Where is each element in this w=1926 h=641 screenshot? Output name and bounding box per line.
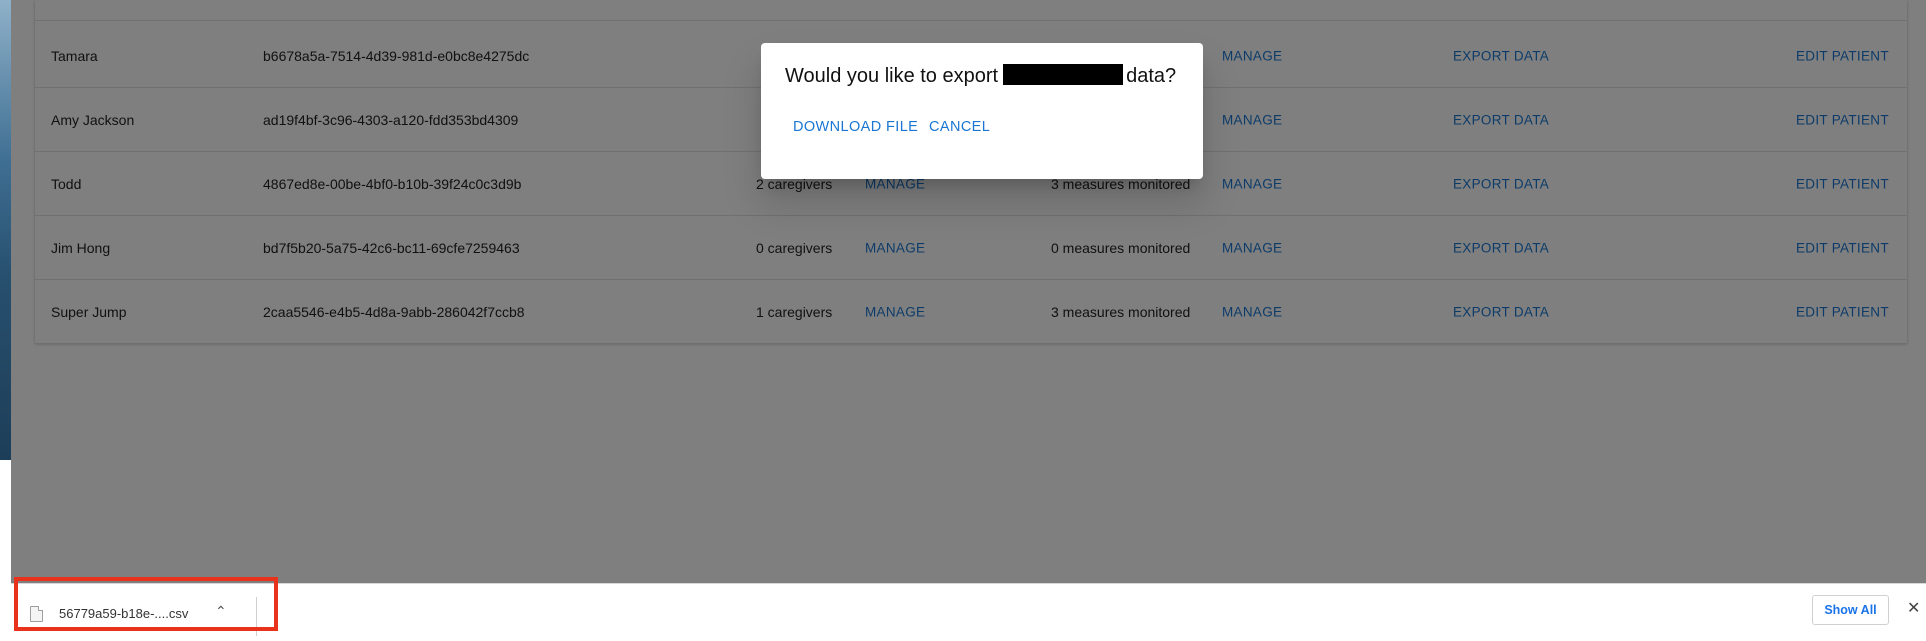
redacted-patient-name [1003, 64, 1124, 85]
highlight-annotation-box [14, 577, 278, 631]
cancel-button[interactable]: CANCEL [929, 119, 990, 135]
dialog-title-suffix: data? [1126, 65, 1177, 87]
modal-backdrop[interactable]: Would you like to export data? DOWNLOAD F… [11, 0, 1926, 583]
dialog-title-prefix: Would you like to export [785, 65, 999, 87]
export-dialog: Would you like to export data? DOWNLOAD F… [761, 43, 1203, 179]
close-icon[interactable]: ✕ [1907, 598, 1920, 618]
download-bar: 56779a59-b18e-....csv ⌃ Show All ✕ [11, 577, 1926, 641]
desktop-background [0, 0, 11, 460]
dialog-title: Would you like to export data? [785, 64, 1176, 88]
download-file-button[interactable]: DOWNLOAD FILE [793, 119, 918, 135]
show-all-button[interactable]: Show All [1812, 595, 1889, 625]
